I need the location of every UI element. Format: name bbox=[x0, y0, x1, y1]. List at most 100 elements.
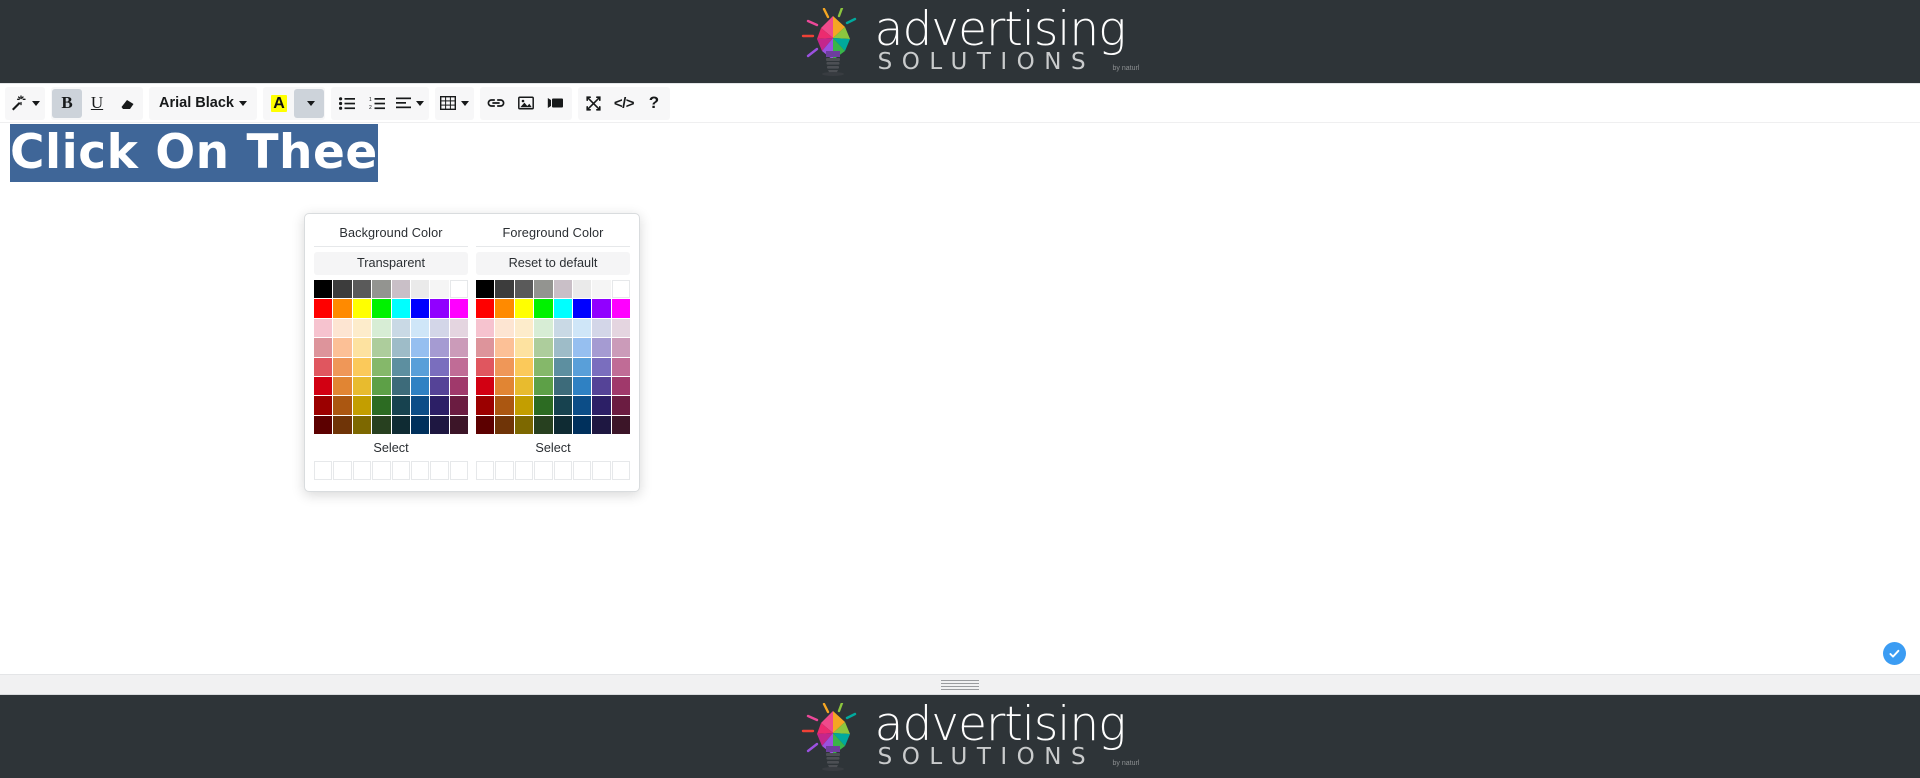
color-swatch[interactable] bbox=[449, 357, 468, 376]
color-swatch[interactable] bbox=[314, 396, 333, 415]
color-swatch[interactable] bbox=[314, 318, 333, 338]
color-swatch[interactable] bbox=[476, 280, 495, 299]
color-swatch[interactable] bbox=[391, 338, 410, 357]
color-swatch[interactable] bbox=[333, 415, 352, 434]
recent-color-slot[interactable] bbox=[553, 461, 572, 481]
color-swatch[interactable] bbox=[333, 318, 352, 338]
color-swatch[interactable] bbox=[430, 415, 449, 434]
color-swatch[interactable] bbox=[391, 318, 410, 338]
color-swatch[interactable] bbox=[572, 299, 592, 318]
color-swatch[interactable] bbox=[352, 299, 372, 318]
color-swatch[interactable] bbox=[391, 415, 410, 434]
color-swatch[interactable] bbox=[572, 396, 592, 415]
color-swatch[interactable] bbox=[333, 376, 352, 396]
ordered-list-button[interactable]: 1 2 bbox=[362, 89, 392, 118]
color-swatch[interactable] bbox=[592, 299, 611, 318]
color-swatch[interactable] bbox=[476, 338, 495, 357]
foreground-select-button[interactable]: Select bbox=[476, 434, 630, 461]
font-family-select[interactable]: Arial Black bbox=[150, 89, 256, 118]
color-swatch[interactable] bbox=[514, 357, 534, 376]
color-swatch[interactable] bbox=[534, 318, 553, 338]
color-swatch[interactable] bbox=[553, 357, 572, 376]
color-swatch[interactable] bbox=[391, 376, 410, 396]
background-select-button[interactable]: Select bbox=[314, 434, 468, 461]
color-swatch[interactable] bbox=[534, 396, 553, 415]
color-swatch[interactable] bbox=[476, 415, 495, 434]
color-swatch[interactable] bbox=[534, 415, 553, 434]
recent-color-slot[interactable] bbox=[391, 461, 410, 481]
color-swatch[interactable] bbox=[514, 299, 534, 318]
recent-color-slot[interactable] bbox=[410, 461, 430, 481]
recent-color-slot[interactable] bbox=[430, 461, 449, 481]
insert-link-button[interactable] bbox=[481, 89, 511, 118]
color-swatch[interactable] bbox=[534, 299, 553, 318]
color-swatch[interactable] bbox=[314, 415, 333, 434]
color-swatch[interactable] bbox=[333, 357, 352, 376]
text-color-button[interactable]: A bbox=[264, 89, 294, 118]
color-swatch[interactable] bbox=[611, 396, 630, 415]
recent-color-slot[interactable] bbox=[333, 461, 352, 481]
color-swatch[interactable] bbox=[430, 338, 449, 357]
color-swatch[interactable] bbox=[352, 396, 372, 415]
color-swatch[interactable] bbox=[553, 299, 572, 318]
color-swatch[interactable] bbox=[572, 280, 592, 299]
color-swatch[interactable] bbox=[391, 357, 410, 376]
color-swatch[interactable] bbox=[352, 357, 372, 376]
resize-grip[interactable] bbox=[0, 674, 1920, 694]
color-swatch[interactable] bbox=[611, 357, 630, 376]
color-swatch[interactable] bbox=[449, 376, 468, 396]
color-swatch[interactable] bbox=[553, 318, 572, 338]
color-swatch[interactable] bbox=[495, 338, 514, 357]
color-swatch[interactable] bbox=[611, 280, 630, 299]
insert-video-button[interactable] bbox=[541, 89, 571, 118]
help-button[interactable]: ? bbox=[639, 89, 669, 118]
color-swatch[interactable] bbox=[495, 280, 514, 299]
color-swatch[interactable] bbox=[314, 299, 333, 318]
transparent-button[interactable]: Transparent bbox=[314, 252, 468, 275]
color-swatch[interactable] bbox=[449, 396, 468, 415]
underline-button[interactable]: U bbox=[82, 89, 112, 118]
color-swatch[interactable] bbox=[476, 396, 495, 415]
document-body[interactable]: Click On Thee bbox=[0, 124, 1920, 675]
color-swatch[interactable] bbox=[449, 415, 468, 434]
color-swatch[interactable] bbox=[592, 357, 611, 376]
color-swatch[interactable] bbox=[449, 299, 468, 318]
color-swatch[interactable] bbox=[611, 299, 630, 318]
recent-color-slot[interactable] bbox=[495, 461, 514, 481]
color-swatch[interactable] bbox=[592, 280, 611, 299]
color-swatch[interactable] bbox=[314, 338, 333, 357]
unordered-list-button[interactable] bbox=[332, 89, 362, 118]
color-swatch[interactable] bbox=[314, 376, 333, 396]
color-swatch[interactable] bbox=[553, 396, 572, 415]
color-swatch[interactable] bbox=[514, 415, 534, 434]
insert-table-button[interactable] bbox=[436, 89, 473, 118]
recent-color-slot[interactable] bbox=[514, 461, 534, 481]
color-swatch[interactable] bbox=[476, 299, 495, 318]
color-swatch[interactable] bbox=[592, 338, 611, 357]
color-swatch[interactable] bbox=[352, 415, 372, 434]
color-swatch[interactable] bbox=[495, 318, 514, 338]
color-swatch[interactable] bbox=[592, 396, 611, 415]
color-swatch[interactable] bbox=[410, 299, 430, 318]
color-swatch[interactable] bbox=[514, 280, 534, 299]
color-swatch[interactable] bbox=[449, 318, 468, 338]
color-swatch[interactable] bbox=[611, 338, 630, 357]
magic-wand-icon[interactable] bbox=[6, 89, 44, 118]
color-dropdown-toggle[interactable] bbox=[293, 88, 324, 118]
color-swatch[interactable] bbox=[553, 376, 572, 396]
color-swatch[interactable] bbox=[410, 318, 430, 338]
color-swatch[interactable] bbox=[514, 338, 534, 357]
color-swatch[interactable] bbox=[495, 415, 514, 434]
color-swatch[interactable] bbox=[495, 299, 514, 318]
color-swatch[interactable] bbox=[372, 415, 391, 434]
color-swatch[interactable] bbox=[410, 396, 430, 415]
color-swatch[interactable] bbox=[534, 280, 553, 299]
recent-color-slot[interactable] bbox=[449, 461, 468, 481]
color-swatch[interactable] bbox=[410, 280, 430, 299]
bold-button[interactable]: B bbox=[52, 88, 82, 118]
color-swatch[interactable] bbox=[514, 376, 534, 396]
color-swatch[interactable] bbox=[495, 357, 514, 376]
color-swatch[interactable] bbox=[611, 376, 630, 396]
color-swatch[interactable] bbox=[592, 376, 611, 396]
color-swatch[interactable] bbox=[352, 280, 372, 299]
